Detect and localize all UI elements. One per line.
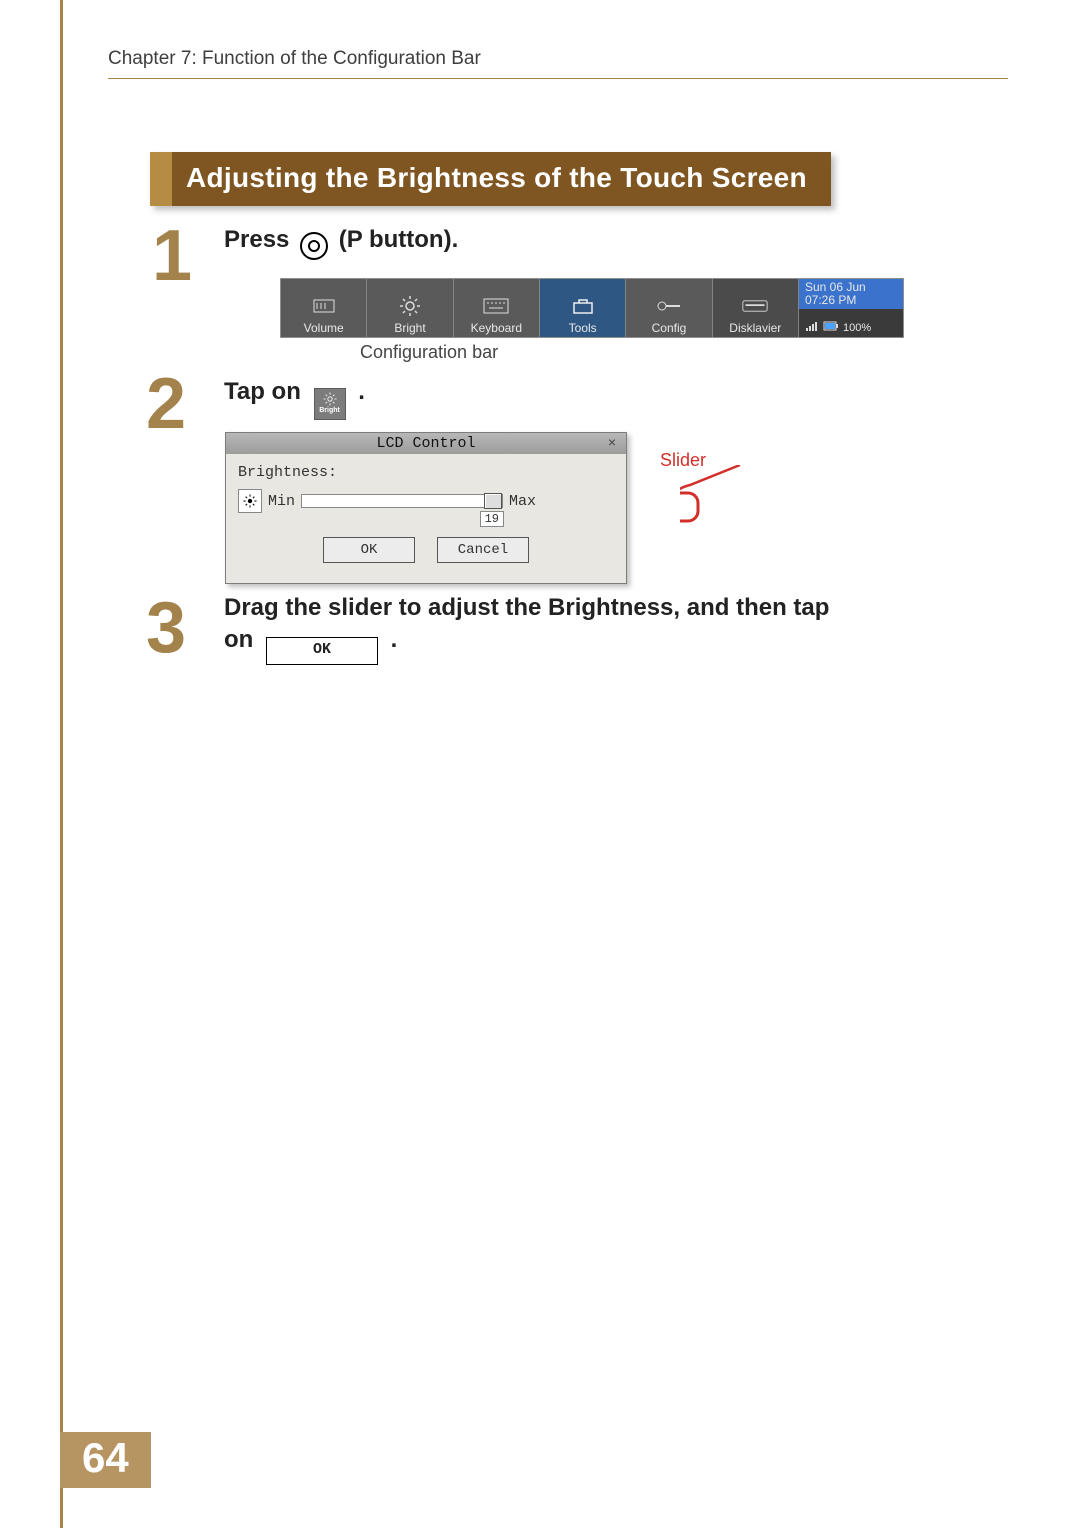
config-bar-tools[interactable]: Tools xyxy=(540,279,626,337)
config-bar-bright-label: Bright xyxy=(394,321,425,335)
config-bar-tools-label: Tools xyxy=(569,321,597,335)
sun-icon xyxy=(238,489,262,513)
step-1-text: Press (P button). xyxy=(224,226,458,260)
lcd-brightness-label: Brightness: xyxy=(238,464,614,481)
slider-thumb[interactable] xyxy=(484,493,502,509)
cancel-button[interactable]: Cancel xyxy=(437,537,529,563)
config-bar-volume-label: Volume xyxy=(304,321,344,335)
close-icon[interactable]: × xyxy=(604,435,620,451)
config-bar-bright[interactable]: Bright xyxy=(367,279,453,337)
piano-icon xyxy=(742,295,768,317)
config-bar-disklavier-label: Disklavier xyxy=(729,321,781,335)
page-gutter xyxy=(60,0,63,1528)
header-rule xyxy=(108,78,1008,79)
step-3-text: Drag the slider to adjust the Brightness… xyxy=(224,592,924,665)
bright-chip-label: Bright xyxy=(319,407,340,414)
configuration-bar: Volume Bright Keyboard Tools xyxy=(280,278,904,338)
keyboard-icon xyxy=(483,295,509,317)
step-3-pre: on xyxy=(224,626,253,653)
ok-button[interactable]: OK xyxy=(323,537,415,563)
title-bar-accent xyxy=(150,152,172,206)
page-number: 64 xyxy=(60,1432,151,1488)
config-bar-keyboard[interactable]: Keyboard xyxy=(454,279,540,337)
section-title-bar: Adjusting the Brightness of the Touch Sc… xyxy=(150,152,831,206)
config-icon xyxy=(656,295,682,317)
lcd-title-bar: LCD Control × xyxy=(226,433,626,454)
step-2-pre: Tap on xyxy=(224,378,301,405)
signal-icon xyxy=(805,320,819,335)
status-battery: 100% xyxy=(843,322,871,334)
lcd-max-label: Max xyxy=(509,493,536,510)
step-1-post: (P button). xyxy=(339,226,459,253)
p-button-icon xyxy=(300,232,328,260)
callout-line xyxy=(680,465,760,545)
config-bar-caption: Configuration bar xyxy=(360,342,498,363)
battery-icon xyxy=(823,321,839,334)
step-2-number: 2 xyxy=(146,368,186,440)
chapter-header: Chapter 7: Function of the Configuration… xyxy=(108,48,481,70)
config-bar-keyboard-label: Keyboard xyxy=(471,321,522,335)
bright-chip[interactable]: Bright xyxy=(314,388,346,420)
step-1-pre: Press xyxy=(224,226,289,253)
section-title: Adjusting the Brightness of the Touch Sc… xyxy=(172,152,831,206)
volume-icon xyxy=(311,295,337,317)
sun-icon xyxy=(397,295,423,317)
step-2-dot: . xyxy=(358,378,365,405)
lcd-min-label: Min xyxy=(268,493,295,510)
step-2-text: Tap on Bright . xyxy=(224,378,365,420)
config-bar-config[interactable]: Config xyxy=(626,279,712,337)
step-3-number: 3 xyxy=(146,592,186,664)
toolbox-icon xyxy=(570,295,596,317)
slider-value: 19 xyxy=(480,511,504,527)
sun-icon xyxy=(322,391,338,407)
step-3-post: . xyxy=(391,626,398,653)
brightness-slider[interactable]: 19 xyxy=(301,494,503,508)
step-1-number: 1 xyxy=(152,220,192,292)
lcd-title-text: LCD Control xyxy=(376,435,475,452)
lcd-control-window: LCD Control × Brightness: Min 19 Max OK xyxy=(225,432,627,584)
config-bar-volume[interactable]: Volume xyxy=(281,279,367,337)
status-time: 07:26 PM xyxy=(805,294,897,307)
config-bar-config-label: Config xyxy=(652,321,687,335)
step-3-line1: Drag the slider to adjust the Brightness… xyxy=(224,594,829,621)
ok-button-inline[interactable]: OK xyxy=(266,637,378,665)
page-number-plate: 64 xyxy=(60,1432,151,1488)
config-bar-status: Sun 06 Jun 07:26 PM 100% xyxy=(799,279,903,337)
config-bar-disklavier[interactable]: Disklavier xyxy=(713,279,799,337)
